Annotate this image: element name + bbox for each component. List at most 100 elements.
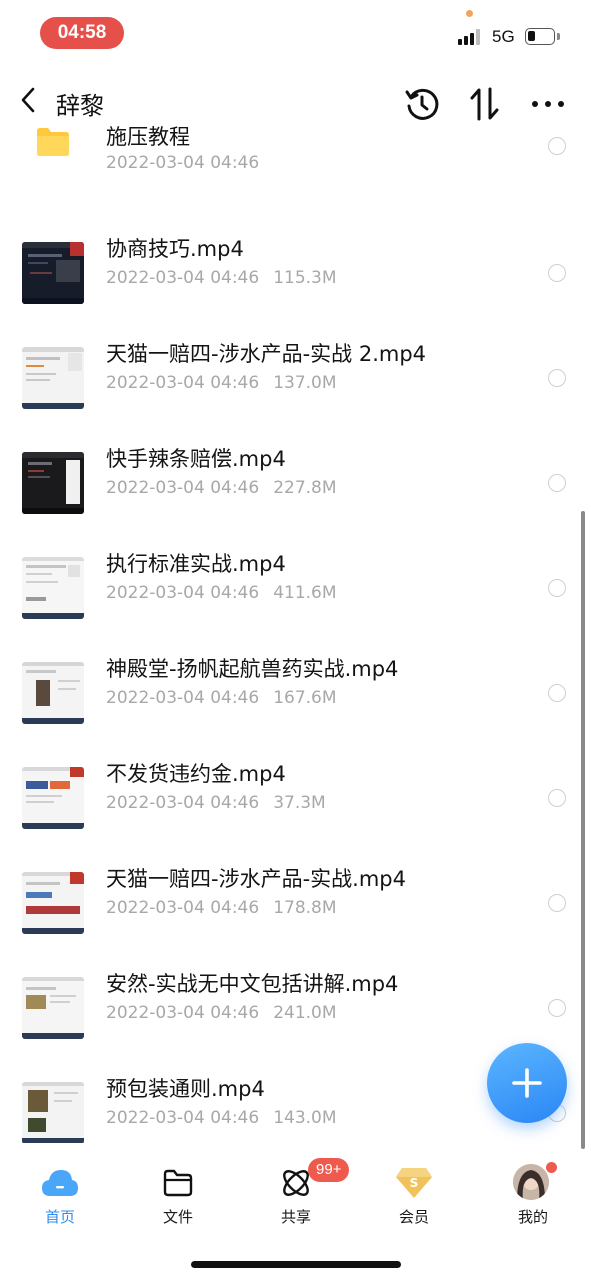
file-size: 411.6M <box>273 583 337 603</box>
file-date: 2022-03-04 04:46 <box>106 373 260 393</box>
select-radio[interactable] <box>548 264 566 282</box>
file-name: 天猫一赔四-涉水产品-实战.mp4 <box>106 867 406 891</box>
list-item[interactable]: 安然-实战无中文包括讲解.mp4 2022-03-04 04:46 241.0M <box>0 955 591 1060</box>
tab-me[interactable]: 我的 <box>493 1162 573 1232</box>
file-date: 2022-03-04 04:46 <box>106 793 260 813</box>
list-item[interactable]: 执行标准实战.mp4 2022-03-04 04:46 411.6M <box>0 535 591 640</box>
video-thumbnail <box>22 1082 84 1143</box>
file-date: 2022-03-04 04:46 <box>106 898 260 918</box>
sort-button[interactable] <box>465 84 505 124</box>
privacy-indicator-dot <box>466 10 473 17</box>
battery-tip <box>557 33 560 40</box>
file-size: 227.8M <box>273 478 337 498</box>
video-thumbnail <box>22 242 84 304</box>
file-meta: 2022-03-04 04:46 411.6M <box>106 583 337 603</box>
back-button[interactable] <box>10 80 46 120</box>
file-date: 2022-03-04 04:46 <box>106 688 260 708</box>
file-meta: 2022-03-04 04:46 37.3M <box>106 793 326 813</box>
tab-label: 我的 <box>517 1208 548 1226</box>
tab-label: 共享 <box>280 1208 311 1226</box>
tab-label: 会员 <box>398 1208 429 1226</box>
page-title: 辞黎 <box>56 92 104 120</box>
battery-icon <box>525 28 555 45</box>
tab-label: 文件 <box>162 1208 193 1226</box>
chevron-left-icon <box>21 87 35 113</box>
svg-text:S: S <box>410 1176 419 1190</box>
list-item[interactable]: 神殿堂-扬帆起航兽药实战.mp4 2022-03-04 04:46 167.6M <box>0 640 591 745</box>
select-radio[interactable] <box>548 137 566 155</box>
file-meta: 2022-03-04 04:46 178.8M <box>106 898 337 918</box>
select-radio[interactable] <box>548 474 566 492</box>
select-radio[interactable] <box>548 369 566 387</box>
file-meta: 2022-03-04 04:46 241.0M <box>106 1003 337 1023</box>
signal-icon <box>458 29 484 45</box>
home-indicator <box>191 1261 401 1268</box>
file-size: 167.6M <box>273 688 337 708</box>
folder-icon <box>37 128 69 156</box>
file-name: 快手辣条赔偿.mp4 <box>106 447 286 471</box>
tab-vip[interactable]: S 会员 <box>374 1162 454 1232</box>
list-item[interactable]: 快手辣条赔偿.mp4 2022-03-04 04:46 227.8M <box>0 430 591 535</box>
sort-icon <box>470 87 499 121</box>
video-thumbnail <box>22 452 84 514</box>
file-meta: 2022-03-04 04:46 143.0M <box>106 1108 337 1128</box>
notification-dot <box>546 1162 557 1173</box>
list-item[interactable]: 施压教程 2022-03-04 04:46 <box>0 125 591 220</box>
file-size: 241.0M <box>273 1003 337 1023</box>
file-date: 2022-03-04 04:46 <box>106 583 260 603</box>
nav-bar: 辞黎 <box>0 72 591 132</box>
vip-diamond-icon: S <box>394 1164 434 1202</box>
list-item[interactable]: 天猫一赔四-涉水产品-实战 2.mp4 2022-03-04 04:46 137.… <box>0 325 591 430</box>
video-thumbnail <box>22 872 84 934</box>
video-thumbnail <box>22 977 84 1039</box>
file-date: 2022-03-04 04:46 <box>106 153 260 173</box>
status-bar: 04:58 5G <box>0 0 591 64</box>
file-size: 178.8M <box>273 898 337 918</box>
file-size: 115.3M <box>273 268 337 288</box>
share-badge: 99+ <box>308 1158 350 1182</box>
file-name: 不发货违约金.mp4 <box>106 762 286 786</box>
list-item[interactable]: 天猫一赔四-涉水产品-实战.mp4 2022-03-04 04:46 178.8M <box>0 850 591 955</box>
file-date: 2022-03-04 04:46 <box>106 1003 260 1023</box>
list-item[interactable]: 不发货违约金.mp4 2022-03-04 04:46 37.3M <box>0 745 591 850</box>
tab-bar: 首页 文件 共享 S 会员 我的 99+ <box>0 1150 591 1240</box>
file-meta: 2022-03-04 04:46 167.6M <box>106 688 337 708</box>
file-name: 协商技巧.mp4 <box>106 237 244 261</box>
history-icon <box>405 88 439 120</box>
file-name: 天猫一赔四-涉水产品-实战 2.mp4 <box>106 342 427 366</box>
more-icon <box>532 101 564 107</box>
folder-icon <box>158 1164 198 1202</box>
status-time: 04:58 <box>40 17 124 49</box>
file-meta: 2022-03-04 04:46 115.3M <box>106 268 337 288</box>
cloud-icon <box>40 1164 80 1202</box>
video-thumbnail <box>22 557 84 619</box>
select-radio[interactable] <box>548 894 566 912</box>
video-thumbnail <box>22 347 84 409</box>
history-button[interactable] <box>402 84 442 124</box>
scrollbar[interactable] <box>581 511 585 1149</box>
file-date: 2022-03-04 04:46 <box>106 1108 260 1128</box>
file-name: 执行标准实战.mp4 <box>106 552 286 576</box>
list-item[interactable]: 协商技巧.mp4 2022-03-04 04:46 115.3M <box>0 220 591 325</box>
file-meta: 2022-03-04 04:46 227.8M <box>106 478 337 498</box>
more-button[interactable] <box>528 84 568 124</box>
video-thumbnail <box>22 767 84 829</box>
file-date: 2022-03-04 04:46 <box>106 268 260 288</box>
add-button[interactable] <box>487 1043 567 1123</box>
select-radio[interactable] <box>548 999 566 1017</box>
tab-files[interactable]: 文件 <box>138 1162 218 1232</box>
file-list[interactable]: 施压教程 2022-03-04 04:46 协商技巧.mp4 2022-03-0… <box>0 125 591 1143</box>
file-size: 37.3M <box>273 793 326 813</box>
network-type: 5G <box>492 27 515 46</box>
file-name: 施压教程 <box>106 125 190 149</box>
tab-home[interactable]: 首页 <box>20 1162 100 1232</box>
select-radio[interactable] <box>548 684 566 702</box>
plus-icon <box>512 1068 542 1098</box>
select-radio[interactable] <box>548 789 566 807</box>
file-size: 137.0M <box>273 373 337 393</box>
file-size: 143.0M <box>273 1108 337 1128</box>
avatar <box>513 1164 549 1200</box>
video-thumbnail <box>22 662 84 724</box>
tab-label: 首页 <box>44 1208 75 1226</box>
select-radio[interactable] <box>548 579 566 597</box>
